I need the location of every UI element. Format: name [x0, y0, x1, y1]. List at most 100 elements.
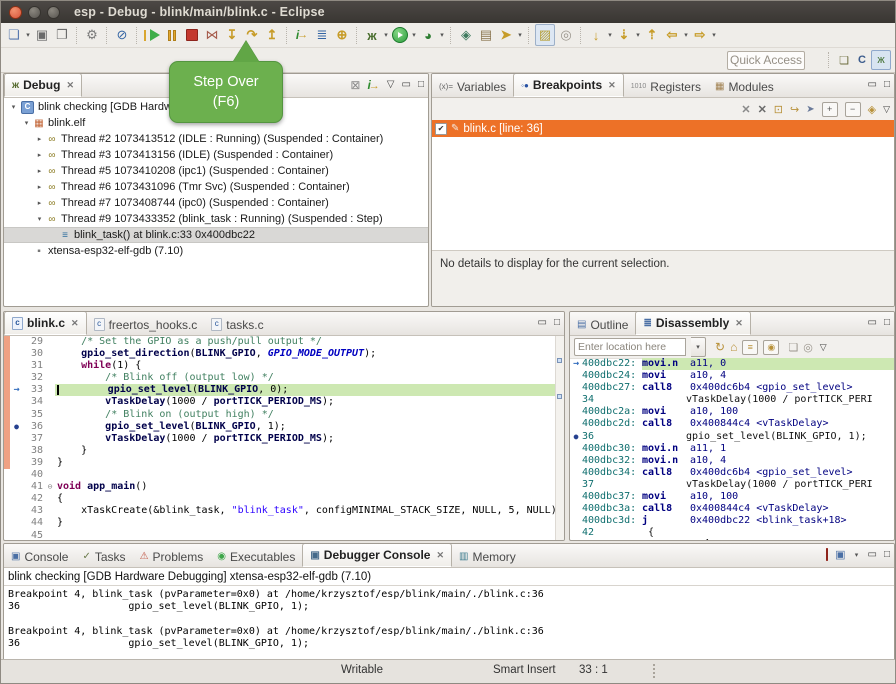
show-source-icon[interactable]: ≡	[742, 340, 758, 355]
maximize-icon[interactable]: □	[884, 317, 890, 328]
tree-expander-icon[interactable]: ▸	[34, 135, 45, 143]
editor-line[interactable]: 45	[4, 530, 556, 541]
disassembly-line[interactable]: 400dbc24:movia10, 4	[570, 370, 894, 382]
disassembly-line[interactable]: app_main:	[570, 539, 894, 540]
home-icon[interactable]: ⌂	[730, 340, 737, 354]
disassembly-line[interactable]: ●36gpio_set_level(BLINK_GPIO, 1);	[570, 431, 894, 443]
tree-expander-icon[interactable]: ▸	[34, 151, 45, 159]
external-tools-icon[interactable]: ➤	[497, 25, 515, 45]
debug-tree-item[interactable]: ▪xtensa-esp32-elf-gdb (7.10)	[4, 243, 428, 259]
editor-line[interactable]: 29 /* Set the GPIO as a push/pull output…	[4, 336, 556, 348]
display-console-icon[interactable]: ▣	[835, 548, 845, 561]
tab-debugger-console[interactable]: ▣ Debugger Console ✕	[302, 543, 452, 567]
show-trace-icon[interactable]: ≣	[313, 25, 331, 45]
window-close-button[interactable]	[9, 6, 22, 19]
minimize-icon[interactable]: ▭	[402, 79, 411, 90]
skip-all-breakpoints-icon[interactable]: ⊘	[113, 25, 131, 45]
build-icon[interactable]: ⚙	[83, 25, 101, 45]
editor-line[interactable]: 35 /* Blink on (output high) */	[4, 409, 556, 421]
forward-dropdown-icon[interactable]: ▾	[710, 31, 718, 39]
disassembly-listing[interactable]: →400dbc22:movi.na11, 0400dbc24:movia10, …	[570, 358, 894, 540]
collapse-all-icon[interactable]: −	[845, 102, 861, 117]
minimize-icon[interactable]: ▭	[868, 317, 877, 328]
debug-perspective-icon[interactable]: ж	[871, 50, 891, 70]
close-icon[interactable]: ✕	[71, 318, 79, 329]
tree-expander-icon[interactable]: ▸	[34, 183, 45, 191]
debug-tree-item[interactable]: ▾∞Thread #9 1073433352 (blink_task : Run…	[4, 211, 428, 227]
disassembly-line[interactable]: 400dbc32:movi.na10, 4	[570, 455, 894, 467]
new-dropdown-icon[interactable]: ▾	[24, 31, 32, 39]
editor-line[interactable]: 40	[4, 469, 556, 481]
tab-debug[interactable]: ж Debug ✕	[4, 73, 82, 97]
tab-registers[interactable]: 1010 Registers	[624, 76, 708, 97]
terminate-icon[interactable]	[183, 25, 201, 45]
save-all-icon[interactable]: ❐	[53, 25, 71, 45]
disassembly-line[interactable]: 400dbc3a:call80x400844c4 <vTaskDelay>	[570, 503, 894, 515]
editor-line[interactable]: 38 }	[4, 445, 556, 457]
disassembly-line[interactable]: 400dbc2a:movia10, 100	[570, 406, 894, 418]
disassembly-line[interactable]: 400dbc34:call80x400dc6b4 <gpio_set_level…	[570, 467, 894, 479]
close-icon[interactable]: ✕	[436, 550, 444, 561]
quick-access-box[interactable]: Quick Access	[727, 51, 805, 70]
maximize-icon[interactable]: □	[884, 549, 890, 560]
link-with-debug-icon[interactable]: ⊡	[774, 103, 783, 116]
editor-line[interactable]: 31 while(1) {	[4, 360, 556, 372]
disassembly-line[interactable]: 400dbc3d:j0x400dbc22 <blink_task+18>	[570, 515, 894, 527]
tab-console[interactable]: ▣ Console	[4, 546, 75, 567]
group-by-icon[interactable]: ◈	[868, 103, 876, 116]
overview-ruler[interactable]	[555, 336, 564, 540]
editor-line[interactable]: 41⊖void app_main()	[4, 481, 556, 493]
next-annotation-icon[interactable]: ⇣	[615, 25, 633, 45]
editor-line[interactable]: 34 vTaskDelay(1000 / portTICK_PERIOD_MS)…	[4, 396, 556, 408]
debug-launch-icon[interactable]: ж	[363, 25, 381, 45]
pin-editor-icon[interactable]: ◎	[557, 25, 575, 45]
open-element-icon[interactable]: ◈	[457, 25, 475, 45]
expand-all-icon[interactable]: +	[822, 102, 838, 117]
tab-breakpoints[interactable]: ◦● Breakpoints ✕	[513, 73, 624, 97]
disconnect-icon[interactable]: ⋈	[203, 25, 221, 45]
disassembly-line[interactable]: 400dbc30:movi.na11, 1	[570, 443, 894, 455]
close-icon[interactable]: ✕	[735, 318, 743, 329]
breakpoint-checkbox[interactable]: ✔	[435, 123, 447, 135]
tree-expander-icon[interactable]: ▸	[34, 199, 45, 207]
run-dropdown-icon[interactable]: ▾	[410, 31, 418, 39]
debug-tree-item[interactable]: ▸∞Thread #3 1073413156 (IDLE) (Suspended…	[4, 147, 428, 163]
tab-tasks-c[interactable]: c tasks.c	[204, 314, 270, 335]
fold-collapse-icon[interactable]: ⊖	[45, 481, 55, 493]
external-tools-dropdown-icon[interactable]: ▾	[516, 31, 524, 39]
minimize-icon[interactable]: ▭	[538, 317, 547, 328]
tab-memory[interactable]: ▥ Memory	[452, 546, 523, 567]
editor-line[interactable]: 37 vTaskDelay(1000 / portTICK_PERIOD_MS)…	[4, 433, 556, 445]
close-icon[interactable]: ✕	[608, 80, 616, 91]
editor-line[interactable]: 30 gpio_set_direction(BLINK_GPIO, GPIO_M…	[4, 348, 556, 360]
ruler-mark-breakpoint[interactable]	[557, 394, 562, 399]
remove-all-breakpoints-icon[interactable]: ✕	[758, 103, 767, 116]
debug-tree-item[interactable]: ▸∞Thread #7 1073408744 (ipc0) (Suspended…	[4, 195, 428, 211]
debug-tree-item[interactable]: ≡blink_task() at blink.c:33 0x400dbc22	[4, 227, 428, 243]
instruction-stepping-toggle-icon[interactable]: i→	[367, 78, 379, 92]
tab-variables[interactable]: (x)= Variables	[432, 76, 513, 97]
cpp-perspective-icon[interactable]: C	[853, 51, 871, 69]
view-menu-icon[interactable]: ▽	[820, 342, 827, 353]
editor-line[interactable]: →33 gpio_set_level(BLINK_GPIO, 0);	[4, 384, 556, 396]
breakpoint-icon[interactable]: ●	[14, 422, 19, 431]
pin-view-icon[interactable]: ◎	[803, 341, 813, 354]
debug-launch-dropdown-icon[interactable]: ▾	[382, 31, 390, 39]
remove-breakpoint-icon[interactable]: ✕	[741, 103, 750, 116]
debug-tree-item[interactable]: ▸∞Thread #2 1073413512 (IDLE : Running) …	[4, 131, 428, 147]
minimize-icon[interactable]: ▭	[868, 79, 877, 90]
tab-outline[interactable]: ▤ Outline	[570, 314, 635, 335]
refresh-icon[interactable]: ↻	[715, 340, 725, 354]
marker-gutter[interactable]: →	[10, 384, 23, 396]
open-perspective-icon[interactable]: ❏	[835, 51, 853, 69]
disassembly-line[interactable]: →400dbc22:movi.na11, 0	[570, 358, 894, 370]
tab-modules[interactable]: ▦ Modules	[708, 76, 781, 97]
maximize-icon[interactable]: □	[884, 79, 890, 90]
debug-tree-item[interactable]: ▸∞Thread #6 1073431096 (Tmr Svc) (Suspen…	[4, 179, 428, 195]
debug-tree-item[interactable]: ▸∞Thread #5 1073410208 (ipc1) (Suspended…	[4, 163, 428, 179]
tab-problems[interactable]: ⚠ Problems	[133, 546, 211, 567]
open-new-view-icon[interactable]: ❏	[788, 341, 798, 354]
forward-icon[interactable]: ⇨	[691, 25, 709, 45]
tree-expander-icon[interactable]: ▾	[34, 215, 45, 223]
tree-expander-icon[interactable]: ▸	[34, 167, 45, 175]
